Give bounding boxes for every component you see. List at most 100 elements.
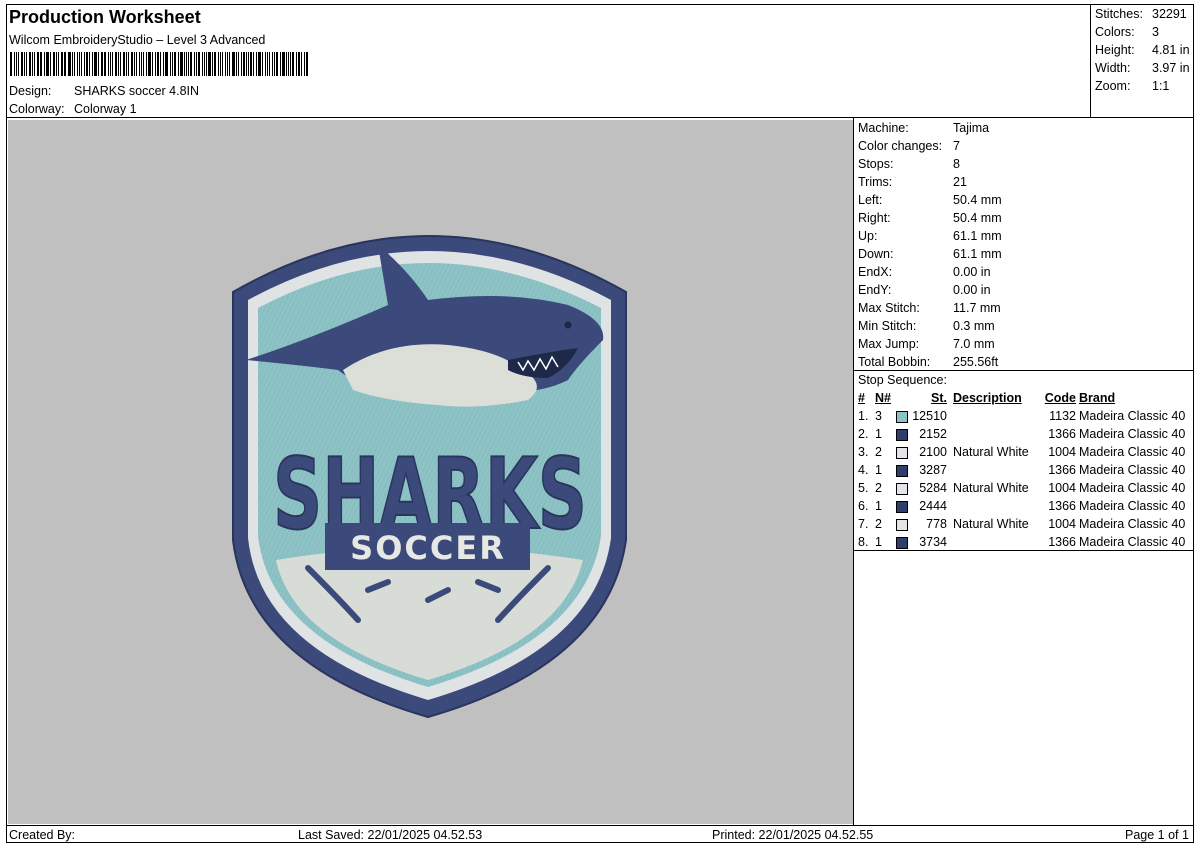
created-by: Created By: <box>9 828 76 842</box>
thread-code: 1366 <box>1048 535 1076 549</box>
row-number: 1. <box>858 409 869 423</box>
patch-illustration: SHARKS SOCCER <box>232 235 627 719</box>
machine-info-label: Max Jump: <box>858 337 920 351</box>
design-value: SHARKS soccer 4.8IN <box>74 84 200 98</box>
stitch-count: 2100 <box>919 445 947 459</box>
color-swatch <box>896 501 908 515</box>
row-number: 3. <box>858 445 869 459</box>
needle-number: 2 <box>875 445 882 459</box>
needle-number: 2 <box>875 517 882 531</box>
thread-brand: Madeira Classic 40 <box>1079 409 1186 423</box>
page-number: Page 1 of 1 <box>1125 828 1189 842</box>
col-header-st: St. <box>931 391 947 405</box>
needle-number: 1 <box>875 535 882 549</box>
colors-label: Colors: <box>1095 25 1135 39</box>
machine-info-label: Machine: <box>858 121 909 135</box>
header-divider <box>6 117 1194 118</box>
needle-number: 1 <box>875 427 882 441</box>
zoom-label: Zoom: <box>1095 79 1131 93</box>
col-header-description: Description <box>953 391 1022 405</box>
machine-info-value: 50.4 mm <box>953 193 1002 207</box>
machine-info-value: 61.1 mm <box>953 229 1002 243</box>
printed-date: Printed: 22/01/2025 04.52.55 <box>712 828 874 842</box>
row-number: 7. <box>858 517 869 531</box>
design-preview: SHARKS SOCCER <box>8 120 853 824</box>
machine-info-value: 0.00 in <box>953 265 991 279</box>
stitch-count: 2152 <box>919 427 947 441</box>
row-number: 5. <box>858 481 869 495</box>
stitch-count: 3287 <box>919 463 947 477</box>
machine-info-value: 50.4 mm <box>953 211 1002 225</box>
row-number: 6. <box>858 499 869 513</box>
machine-info-label: Max Stitch: <box>858 301 920 315</box>
color-swatch <box>896 447 908 461</box>
width-value: 3.97 in <box>1152 61 1190 75</box>
patch-title-soccer: SOCCER <box>350 529 506 567</box>
machine-info-label: EndY: <box>858 283 892 297</box>
machine-info-label: Down: <box>858 247 894 261</box>
summary-divider <box>1090 4 1091 117</box>
colorway-label: Colorway: <box>9 102 65 116</box>
machine-info-value: 21 <box>953 175 967 189</box>
machine-info-label: Total Bobbin: <box>858 355 931 369</box>
color-swatch <box>896 537 908 551</box>
thread-brand: Madeira Classic 40 <box>1079 463 1186 477</box>
needle-number: 1 <box>875 463 882 477</box>
machine-info-label: Right: <box>858 211 891 225</box>
page-title: Production Worksheet <box>9 7 201 27</box>
colorway-value: Colorway 1 <box>74 102 137 116</box>
machine-info-value: 8 <box>953 157 960 171</box>
footer-divider <box>6 825 1194 826</box>
thread-brand: Madeira Classic 40 <box>1079 481 1186 495</box>
height-label: Height: <box>1095 43 1135 57</box>
machine-info-value: 255.56ft <box>953 355 999 369</box>
needle-number: 2 <box>875 481 882 495</box>
stitches-value: 32291 <box>1152 7 1187 21</box>
thread-description: Natural White <box>953 517 1029 531</box>
col-header-num: # <box>858 391 865 405</box>
barcode <box>10 52 310 76</box>
color-swatch <box>896 429 908 443</box>
thread-code: 1366 <box>1048 427 1076 441</box>
stitch-count: 5284 <box>919 481 947 495</box>
color-swatch <box>896 483 908 497</box>
color-swatch <box>896 519 908 533</box>
thread-code: 1004 <box>1048 517 1076 531</box>
thread-description: Natural White <box>953 481 1029 495</box>
machine-info-label: Min Stitch: <box>858 319 917 333</box>
colors-value: 3 <box>1152 25 1159 39</box>
thread-code: 1004 <box>1048 481 1076 495</box>
stitch-count: 3734 <box>919 535 947 549</box>
thread-brand: Madeira Classic 40 <box>1079 499 1186 513</box>
thread-description: Natural White <box>953 445 1029 459</box>
needle-number: 1 <box>875 499 882 513</box>
machine-info-value: 0.3 mm <box>953 319 995 333</box>
thread-code: 1004 <box>1048 445 1076 459</box>
col-header-n: N# <box>875 391 891 405</box>
width-label: Width: <box>1095 61 1131 75</box>
machine-info-value: 7 <box>953 139 960 153</box>
stitch-count: 12510 <box>912 409 947 423</box>
machine-info-label: Stops: <box>858 157 894 171</box>
machine-info-value: 61.1 mm <box>953 247 1002 261</box>
color-swatch <box>896 411 908 425</box>
machine-info-value: 7.0 mm <box>953 337 995 351</box>
info-divider <box>853 370 1194 371</box>
thread-code: 1366 <box>1048 499 1076 513</box>
col-header-code: Code <box>1044 391 1076 405</box>
thread-brand: Madeira Classic 40 <box>1079 445 1186 459</box>
thread-code: 1132 <box>1049 409 1076 423</box>
software-name: Wilcom EmbroideryStudio – Level 3 Advanc… <box>9 33 266 47</box>
row-number: 2. <box>858 427 869 441</box>
last-saved: Last Saved: 22/01/2025 04.52.53 <box>298 828 483 842</box>
col-header-brand: Brand <box>1079 391 1116 405</box>
zoom-value: 1:1 <box>1152 79 1170 93</box>
height-value: 4.81 in <box>1152 43 1190 57</box>
machine-info-label: Left: <box>858 193 883 207</box>
stitches-label: Stitches: <box>1095 7 1143 21</box>
machine-info-label: Color changes: <box>858 139 943 153</box>
stitch-count: 778 <box>926 517 947 531</box>
stop-sequence-title: Stop Sequence: <box>858 373 947 387</box>
row-number: 8. <box>858 535 869 549</box>
thread-brand: Madeira Classic 40 <box>1079 517 1186 531</box>
